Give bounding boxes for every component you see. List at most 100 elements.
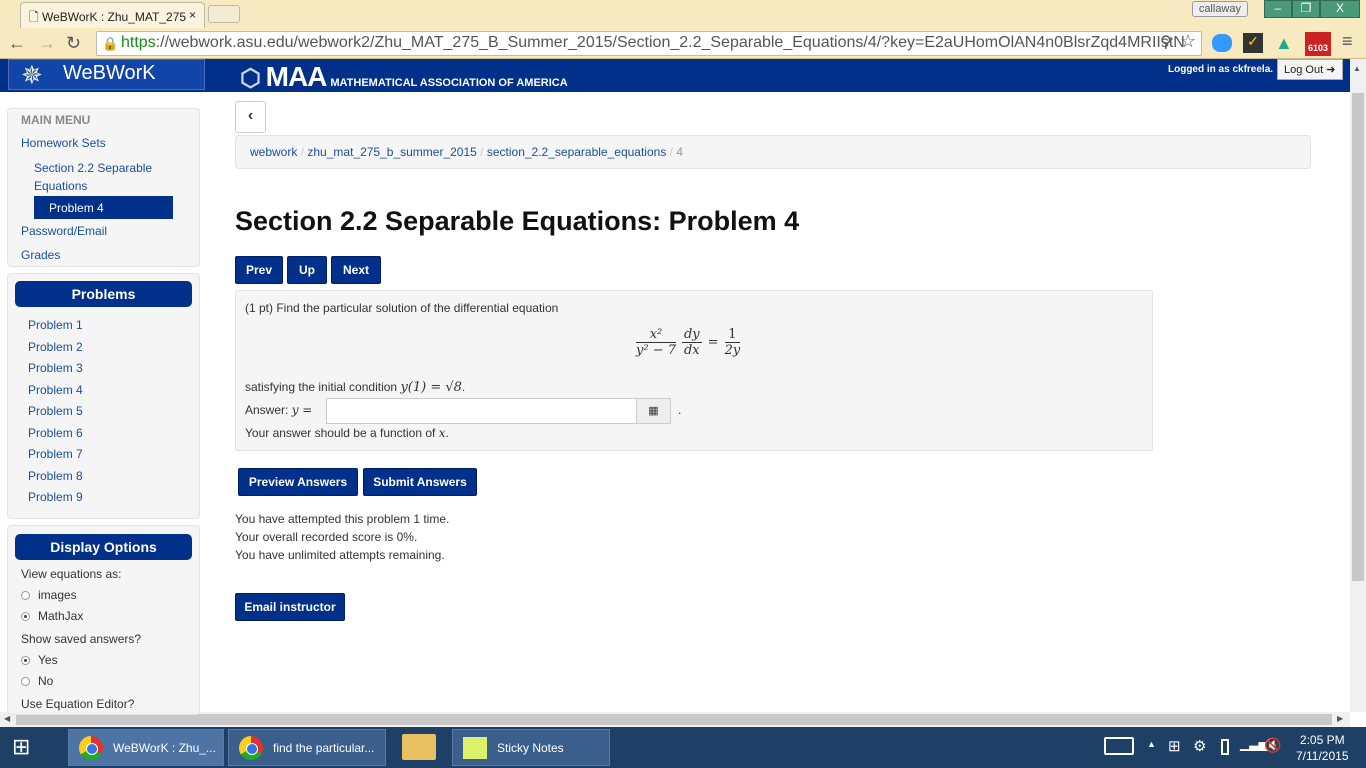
breadcrumb-separator: / (297, 145, 308, 159)
scroll-left-icon[interactable]: ◀ (4, 714, 10, 723)
radio-label: MathJax (38, 609, 84, 623)
sync-icon[interactable]: ⚙ (1193, 737, 1206, 755)
answer-label: Answer: (245, 403, 289, 417)
scroll-up-icon[interactable]: ▲ (1353, 64, 1361, 73)
scroll-right-icon[interactable]: ▶ (1337, 714, 1343, 723)
page-title: Section 2.2 Separable Equations: Problem… (235, 206, 800, 236)
google-drive-icon[interactable]: ▲ (1275, 33, 1293, 54)
taskbar-item-sticky-notes[interactable]: Sticky Notes (452, 729, 610, 766)
grid-icon: ▦ (648, 405, 659, 417)
radio-label: No (38, 674, 54, 688)
chrome-icon (239, 736, 263, 760)
radio-images[interactable]: images (21, 585, 192, 606)
radio-button[interactable] (21, 677, 30, 686)
clock-time: 2:05 PM (1299, 733, 1345, 747)
preview-answers-button[interactable]: Preview Answers (238, 468, 358, 496)
url-scheme: https (121, 34, 156, 51)
action-center-icon[interactable]: ⊞ (1168, 737, 1181, 755)
norton-icon[interactable]: ✓ (1243, 33, 1263, 53)
clock[interactable]: 2:05 PM 7/11/2015 (1296, 732, 1349, 764)
forward-icon[interactable]: → (38, 33, 56, 54)
menu-homework-sets[interactable]: Homework Sets (21, 136, 106, 150)
browser-tab-bar: 🗋 WeBWorK : Zhu_MAT_275 × callaway – ❐ X (0, 0, 1366, 28)
taskbar-item-search[interactable]: find the particular... (228, 729, 386, 766)
view-equations-label: View equations as: (21, 567, 122, 581)
clock-date: 7/11/2015 (1296, 749, 1349, 763)
taskbar: ⊞ WeBWorK : Zhu_... find the particular.… (0, 727, 1366, 768)
problem-link[interactable]: Problem 7 (28, 444, 192, 466)
zoom-icon[interactable]: ⚲ (1160, 32, 1172, 52)
chrome-icon (79, 736, 103, 760)
radio-button[interactable] (21, 591, 30, 600)
tab-title: WeBWorK : Zhu_MAT_275 (41, 10, 187, 24)
new-tab-button[interactable] (208, 5, 240, 23)
menu-grades[interactable]: Grades (21, 248, 60, 262)
radio-button[interactable] (21, 656, 30, 665)
minimize-icon[interactable]: – (1264, 0, 1292, 18)
problem-link[interactable]: Problem 2 (28, 337, 192, 359)
radio-button[interactable] (21, 612, 30, 621)
breadcrumb-link[interactable]: section_2.2_separable_equations (487, 145, 666, 159)
sticky-notes-icon (463, 737, 487, 759)
equation-editor-button[interactable]: ▦ (636, 398, 671, 424)
status-line: You have unlimited attempts remaining. (235, 548, 445, 562)
horizontal-scroll-thumb[interactable] (16, 714, 1332, 725)
fraction-denominator: 2y (724, 343, 741, 358)
back-icon[interactable]: ← (8, 33, 26, 54)
problem-link[interactable]: Problem 5 (28, 401, 192, 423)
gmail-icon[interactable]: 6103 (1305, 32, 1331, 56)
next-button[interactable]: Next (331, 256, 381, 284)
fraction-numerator: dy (681, 327, 702, 343)
email-instructor-button[interactable]: Email instructor (235, 593, 345, 621)
address-bar[interactable]: https://webwork.asu.edu/webwork2/Zhu_MAT… (96, 31, 1202, 56)
radio-label: Yes (38, 653, 58, 667)
problem-link[interactable]: Problem 1 (28, 315, 192, 337)
taskbar-item-webwork[interactable]: WeBWorK : Zhu_... (68, 729, 224, 766)
status-line: Your overall recorded score is 0%. (235, 530, 418, 544)
battery-icon[interactable] (1221, 739, 1229, 755)
breadcrumb-separator: / (476, 145, 487, 159)
problem-link[interactable]: Problem 8 (28, 466, 192, 488)
status-line: You have attempted this problem 1 time. (235, 512, 450, 526)
radio-no[interactable]: No (21, 671, 192, 692)
close-tab-icon[interactable]: × (189, 8, 196, 22)
menu-password[interactable]: Password/Email (21, 224, 107, 238)
breadcrumb-link[interactable]: webwork (250, 145, 297, 159)
restore-icon[interactable]: ❐ (1292, 0, 1320, 18)
show-hidden-icons[interactable]: ▲ (1147, 739, 1156, 749)
submit-answers-button[interactable]: Submit Answers (363, 468, 477, 496)
problem-link[interactable]: Problem 9 (28, 487, 192, 509)
problem-link[interactable]: Problem 4 (28, 380, 192, 402)
fraction-denominator: dx (683, 343, 700, 358)
maa-polyhedron-icon: ⬡ (240, 65, 266, 92)
close-icon[interactable]: X (1320, 0, 1360, 18)
file-explorer-icon[interactable] (402, 734, 436, 760)
menu-section[interactable]: Section 2.2 Separable Equations (34, 159, 174, 195)
back-chevron-button[interactable]: ‹ (235, 101, 266, 133)
profile-button[interactable]: callaway (1191, 1, 1248, 17)
vertical-scroll-thumb[interactable] (1352, 93, 1364, 581)
maa-logo[interactable]: ⬡ MAA MATHEMATICAL ASSOCIATION OF AMERICA (240, 61, 568, 93)
gmail-badge: 6103 (1307, 43, 1329, 53)
icloud-icon[interactable] (1212, 34, 1232, 52)
breadcrumb-link[interactable]: zhu_mat_275_b_summer_2015 (307, 145, 476, 159)
windows-start-icon[interactable]: ⊞ (12, 736, 30, 758)
prev-button[interactable]: Prev (235, 256, 283, 284)
menu-current-problem[interactable]: Problem 4 (34, 196, 173, 219)
volume-muted-icon[interactable]: 🔇 (1264, 737, 1281, 754)
webwork-logo[interactable]: ✵ WeBWorK (8, 59, 205, 90)
up-button[interactable]: Up (287, 256, 327, 284)
radio-yes[interactable]: Yes (21, 650, 192, 671)
browser-tab[interactable]: 🗋 WeBWorK : Zhu_MAT_275 × (20, 2, 205, 28)
problem-link[interactable]: Problem 6 (28, 423, 192, 445)
answer-period: . (678, 403, 682, 417)
reload-icon[interactable]: ↻ (66, 33, 81, 54)
problem-link[interactable]: Problem 3 (28, 358, 192, 380)
keyboard-icon[interactable] (1104, 737, 1134, 755)
display-options-panel: Display Options View equations as: image… (7, 525, 200, 715)
answer-input[interactable] (326, 398, 637, 424)
menu-icon[interactable]: ≡ (1342, 31, 1353, 52)
radio-mathjax[interactable]: MathJax (21, 606, 192, 627)
logout-button[interactable]: Log Out ➜ (1277, 59, 1343, 80)
bookmark-star-icon[interactable]: ☆ (1180, 31, 1196, 52)
